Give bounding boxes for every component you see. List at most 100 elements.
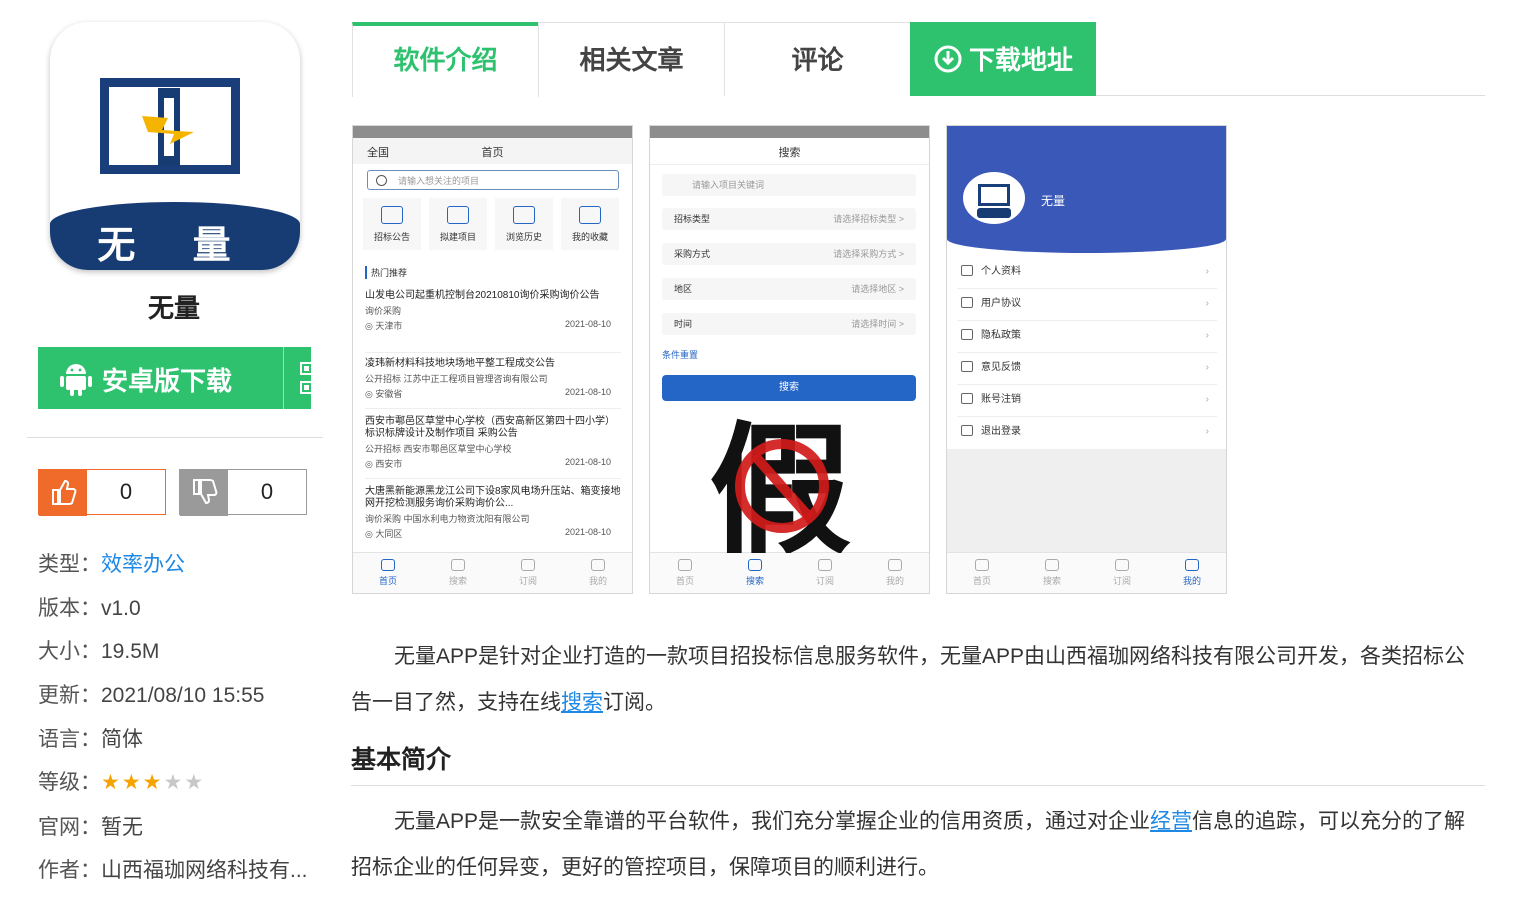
nav-label: 订阅 [1112, 576, 1131, 586]
business-keyword-link[interactable]: 经营 [1150, 810, 1192, 833]
info-language-label: 语言： [38, 728, 101, 751]
subscribe-icon [1115, 559, 1129, 571]
info-type-link[interactable]: 效率办公 [101, 553, 185, 576]
filter-row: 招标类型 请选择招标类型 > [662, 208, 916, 230]
nav-mine: 我的 [860, 559, 929, 587]
screen-title: 首页 [481, 147, 504, 159]
item-meta: 询价采购 [365, 306, 402, 316]
nav-mine: 我的 [1157, 559, 1226, 587]
user-icon [591, 559, 605, 571]
item-title: 西安市鄠邑区草堂中心学校（西安高新区第四十四小学）标识标牌设计及制作项目 采购公… [365, 416, 615, 439]
like-button[interactable]: 0 [38, 469, 166, 516]
qr-code-icon[interactable] [300, 362, 330, 394]
agreement-icon [961, 296, 973, 308]
hot-recommend-heading: 热门推荐 [365, 266, 407, 279]
home-search-input: 请输入想关注的项目 [367, 170, 619, 190]
filter-key: 采购方式 [674, 249, 711, 259]
keyword-input: 请输入项目关键词 [662, 174, 916, 196]
nav-search: 搜索 [1017, 559, 1087, 587]
download-icon [934, 45, 962, 73]
filter-key: 招标类型 [674, 214, 711, 224]
intro-paragraph: 无量APP是针对企业打造的一款项目招投标信息服务软件，无量APP由山西福珈网络科… [351, 634, 1485, 726]
item-region-row: ◎ 天津市 2021-08-10 [365, 319, 611, 331]
menu-item: 退出登录 › [957, 416, 1217, 448]
info-updated-value: 2021/08/10 15:55 [101, 684, 265, 707]
info-rating-label: 等级： [38, 771, 101, 794]
item-region-row: ◎ 大同区 2021-08-10 [365, 527, 611, 539]
button-separator [283, 347, 284, 409]
star-filled-icon: ★ [121, 771, 143, 794]
nav-label: 搜索 [745, 576, 764, 586]
search-keyword-link[interactable]: 搜索 [561, 691, 603, 714]
android-icon [60, 364, 92, 396]
app-name: 无量 [147, 293, 200, 323]
tab-related-articles[interactable]: 相关文章 [538, 22, 725, 96]
item-title: 山发电公司起重机控制台20210810询价采购询价公告 [365, 290, 600, 301]
like-count: 0 [87, 470, 165, 514]
status-bar [947, 126, 1226, 138]
dislike-button[interactable]: 0 [179, 469, 307, 516]
menu-item: 隐私政策 › [957, 320, 1217, 353]
reset-filters-link: 条件重置 [662, 350, 699, 360]
item-meta: 询价采购 中国水利电力物资沈阳有限公司 [365, 514, 530, 524]
item-meta: 公开招标 西安市鄠邑区草堂中心学校 [365, 444, 512, 454]
app-logo-bolt-icon [142, 88, 194, 166]
status-bar [353, 126, 632, 138]
filter-key: 时间 [674, 319, 693, 329]
filter-value: 请选择招标类型 > [833, 214, 904, 224]
menu-label: 意见反馈 [981, 362, 1021, 373]
home-icon [381, 559, 395, 571]
item-region: 天津市 [375, 321, 403, 331]
notice-icon [381, 206, 403, 224]
left-divider [27, 437, 323, 438]
history-icon [513, 206, 535, 224]
screen-title: 搜索 [778, 147, 801, 159]
list-item: 西安市鄠邑区草堂中心学校（西安高新区第四十四小学）标识标牌设计及制作项目 采购公… [365, 416, 621, 479]
star-filled-icon: ★ [101, 771, 122, 794]
list-item: 大唐黑新能源黑龙江公司下设8家风电场升压站、箱变接地网开挖检测服务询价采购询价公… [365, 486, 621, 548]
item-date: 2021-08-10 [564, 319, 611, 329]
filter-row: 采购方式 请选择采购方式 > [662, 243, 916, 265]
chevron-right-icon: › [1205, 362, 1209, 373]
subscribe-icon [818, 559, 832, 571]
home-icon [975, 559, 989, 571]
filter-value: 请选择地区 > [851, 284, 904, 294]
feedback-icon [961, 360, 973, 372]
tile-history: 浏览历史 [495, 198, 553, 250]
info-website: 官网：暂无 [38, 811, 143, 841]
item-region-row: ◎ 西安市 2021-08-10 [365, 457, 611, 469]
bottom-nav: 首页 搜索 订阅 我的 [650, 552, 929, 593]
tile-label: 招标公告 [373, 232, 410, 242]
section-divider [351, 785, 1485, 786]
tile-proposed-projects: 拟建项目 [429, 198, 487, 250]
screenshot-profile[interactable]: 无量 个人资料 › 用户协议 › 隐私政策 › 意见反馈 › 账号注销 › 退出登录 › 首… [946, 125, 1227, 594]
avatar [963, 172, 1025, 224]
info-size: 大小：19.5M [38, 635, 159, 665]
avatar-logo-frame [978, 184, 1010, 206]
profile-empty-area [947, 449, 1226, 555]
nav-subscribe: 订阅 [1087, 559, 1157, 587]
android-download-button[interactable]: 安卓版下载 [38, 347, 330, 409]
item-date: 2021-08-10 [564, 387, 611, 397]
tab-comments[interactable]: 评论 [724, 22, 911, 96]
app-icon-text: 无 量 [97, 223, 253, 267]
tab-software-intro[interactable]: 软件介绍 [352, 22, 539, 97]
menu-item: 账号注销 › [957, 384, 1217, 417]
item-title: 凌玮新材料科技地块场地平整工程成交公告 [365, 358, 555, 369]
account-delete-icon [961, 392, 973, 404]
nav-label: 首页 [972, 576, 991, 586]
screenshot-home[interactable]: 全国 首页 请输入想关注的项目 招标公告 拟建项目 浏览历史 我的收藏 热门推荐… [352, 125, 633, 594]
tile-label: 我的收藏 [571, 232, 608, 242]
avatar-logo-band [977, 208, 1011, 218]
info-website-label: 官网： [38, 816, 101, 839]
dislike-count: 0 [228, 470, 306, 514]
item-region: 大同区 [375, 529, 403, 539]
info-size-value: 19.5M [101, 640, 160, 663]
tab-download[interactable]: 下载地址 [910, 22, 1096, 96]
tile-label: 拟建项目 [439, 232, 476, 242]
item-date: 2021-08-10 [564, 457, 611, 467]
nav-label: 首页 [675, 576, 694, 586]
summary-paragraph: 无量APP是一款安全靠谱的平台软件，我们充分掌握企业的信用资质，通过对企业经营信… [351, 799, 1485, 891]
fake-watermark: 假 [709, 418, 851, 553]
subscribe-icon [521, 559, 535, 571]
